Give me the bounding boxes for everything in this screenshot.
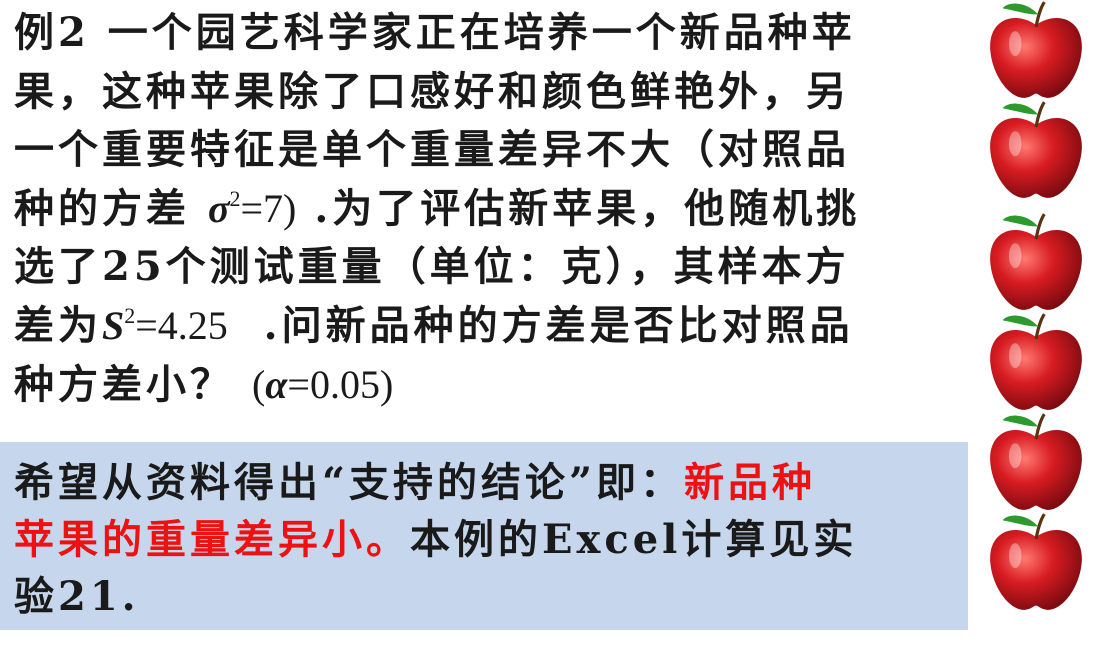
problem-line-6: 差为S2=4.25 .问新品种的方差是否比对照品 — [14, 297, 964, 356]
sample-variance-formula: S2=4.25 — [102, 303, 228, 348]
apple-icon — [990, 313, 1082, 410]
conclusion-highlight-a: 新品种 — [684, 459, 817, 506]
sigma-symbol: σ — [207, 185, 230, 231]
problem-line-6-end: .问新品种的方差是否比对照品 — [263, 301, 854, 349]
apple-icon — [990, 101, 1082, 198]
problem-line-4: 种的方差 σ2=7) .为了评估新苹果，他随机挑 — [14, 180, 964, 239]
conclusion-experiment-ref: 验21. — [14, 573, 140, 620]
problem-line-1: 例2 一个园艺科学家正在培养一个新品种苹 — [14, 9, 856, 56]
problem-statement: 例2 一个园艺科学家正在培养一个新品种苹 果，这种苹果除了口感好和颜色鲜艳外，另… — [14, 4, 964, 414]
apple-icon — [990, 513, 1082, 610]
conclusion-text: 希望从资料得出“支持的结论”即：新品种苹果的重量差异小。本例的Excel计算见实… — [14, 454, 954, 625]
conclusion-intro: 希望从资料得出“支持的结论”即： — [14, 459, 685, 506]
problem-line-4-end: .为了评估新苹果，他随机挑 — [314, 184, 861, 232]
apple-icon — [990, 1, 1082, 98]
sigma-exponent: 2 — [229, 185, 241, 211]
apple-icon — [990, 413, 1082, 510]
problem-line-7-start: 种方差小？ — [14, 360, 234, 408]
sigma-formula: σ2=7) — [208, 186, 296, 231]
problem-line-2: 果，这种苹果除了口感好和颜色鲜艳外，另 — [14, 67, 850, 115]
conclusion-highlight-b: 苹果的重量差异小。 — [14, 516, 410, 563]
problem-line-5: 选了25个测试重量（单位：克），其样本方 — [14, 243, 850, 291]
s-exponent: 2 — [124, 302, 136, 328]
problem-line-3: 一个重要特征是单个重量差异不大（对照品 — [14, 126, 850, 174]
alpha-open-paren: ( — [251, 361, 266, 407]
apple-icon — [990, 213, 1082, 310]
apple-decoration-column — [984, 0, 1094, 620]
s-symbol: S — [102, 302, 125, 348]
problem-line-4-start: 种的方差 — [14, 184, 190, 232]
s-value: =4.25 — [135, 302, 228, 348]
problem-line-7: 种方差小？ (α=0.05) — [14, 356, 964, 415]
problem-line-6-start: 差为 — [14, 301, 102, 349]
conclusion-excel-note: 本例的Excel计算见实 — [410, 516, 858, 563]
sigma-value: =7) — [240, 185, 297, 231]
alpha-symbol: α — [265, 361, 288, 407]
conclusion-callout: 希望从资料得出“支持的结论”即：新品种苹果的重量差异小。本例的Excel计算见实… — [0, 442, 968, 630]
alpha-formula: (α=0.05) — [252, 362, 393, 407]
alpha-value: =0.05) — [287, 361, 394, 407]
